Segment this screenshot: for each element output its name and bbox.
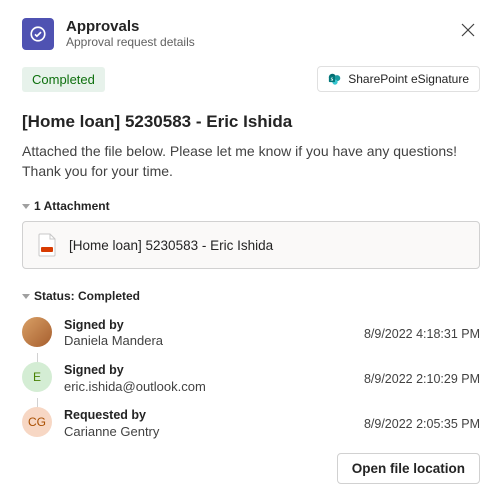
entry-timestamp: 8/9/2022 2:05:35 PM xyxy=(364,417,480,431)
status-badge: Completed xyxy=(22,67,105,92)
entry-action: Requested by xyxy=(64,407,352,423)
sharepoint-icon: S xyxy=(328,72,342,86)
open-file-location-button[interactable]: Open file location xyxy=(337,453,480,484)
close-button[interactable] xyxy=(456,18,480,42)
entry-timestamp: 8/9/2022 2:10:29 PM xyxy=(364,372,480,386)
status-row: Completed S SharePoint eSignature xyxy=(22,66,480,92)
chevron-down-icon xyxy=(22,204,30,209)
entry-timestamp: 8/9/2022 4:18:31 PM xyxy=(364,327,480,341)
attachment-item[interactable]: [Home loan] 5230583 - Eric Ishida xyxy=(22,221,480,269)
dialog-header: Approvals Approval request details xyxy=(22,18,480,50)
dialog-footer: Open file location xyxy=(337,453,480,484)
attachments-section-label[interactable]: 1 Attachment xyxy=(22,199,480,213)
avatar: CG xyxy=(22,407,52,437)
timeline-entry: CG Requested by Carianne Gentry 8/9/2022… xyxy=(22,401,480,446)
timeline-entry: Signed by Daniela Mandera 8/9/2022 4:18:… xyxy=(22,311,480,356)
chevron-down-icon xyxy=(22,294,30,299)
entry-action: Signed by xyxy=(64,362,352,378)
request-title: [Home loan] 5230583 - Eric Ishida xyxy=(22,112,480,132)
request-description: Attached the file below. Please let me k… xyxy=(22,142,480,181)
approvals-app-icon xyxy=(22,18,54,50)
provider-badge[interactable]: S SharePoint eSignature xyxy=(317,66,480,92)
attachment-name: [Home loan] 5230583 - Eric Ishida xyxy=(69,238,273,253)
entry-actor: Carianne Gentry xyxy=(64,424,352,441)
status-section-label[interactable]: Status: Completed xyxy=(22,289,480,303)
entry-actor: Daniela Mandera xyxy=(64,333,352,350)
header-subtitle: Approval request details xyxy=(66,35,444,49)
entry-actor: eric.ishida@outlook.com xyxy=(64,379,352,396)
avatar xyxy=(22,317,52,347)
provider-label: SharePoint eSignature xyxy=(348,72,469,86)
header-text: Approvals Approval request details xyxy=(66,18,444,49)
header-title: Approvals xyxy=(66,18,444,35)
timeline-entry: E Signed by eric.ishida@outlook.com 8/9/… xyxy=(22,356,480,401)
file-icon xyxy=(37,233,57,257)
svg-text:S: S xyxy=(331,78,334,83)
entry-action: Signed by xyxy=(64,317,352,333)
avatar: E xyxy=(22,362,52,392)
timeline: Signed by Daniela Mandera 8/9/2022 4:18:… xyxy=(22,311,480,446)
close-icon xyxy=(461,23,475,37)
